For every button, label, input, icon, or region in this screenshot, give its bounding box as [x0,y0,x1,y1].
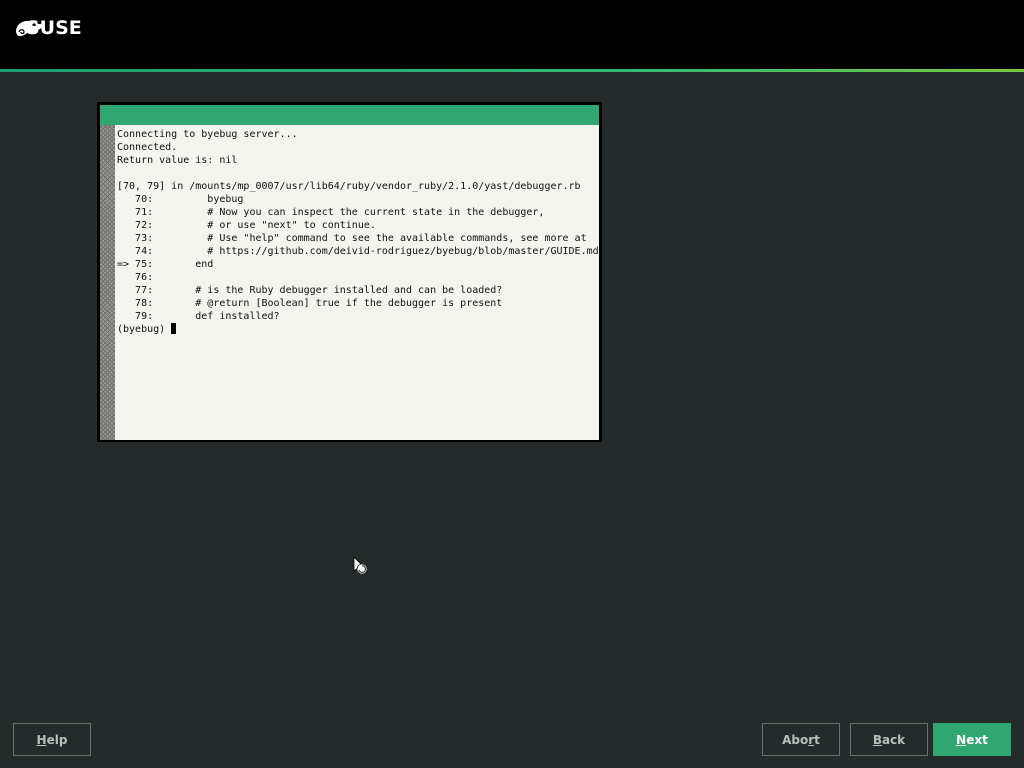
back-button-label: ack [881,732,906,747]
help-button-label: elp [46,732,68,747]
header-accent-line [0,69,1024,72]
terminal-line: 74: # https://github.com/deivid-rodrigue… [117,246,599,257]
terminal-body[interactable]: Connecting to byebug server... Connected… [100,125,599,440]
next-button-label: ext [966,732,988,747]
abort-button[interactable]: Abo r t [762,723,840,756]
terminal-line: Return value is: nil [117,155,238,166]
terminal-line: 77: # is the Ruby debugger installed and… [117,285,503,296]
next-button-mnemonic: N [956,732,967,747]
help-button-mnemonic: H [36,732,47,747]
terminal-line: 76: [117,272,154,283]
help-button[interactable]: Help [13,723,91,756]
terminal-line: 72: # or use "next" to continue. [117,220,376,231]
suse-logo-text: SUSE [26,17,82,39]
terminal-line: 79: def installed? [117,311,280,322]
terminal-line: 71: # Now you can inspect the current st… [117,207,545,218]
terminal-line: Connected. [117,142,178,153]
debugger-terminal-window: Connecting to byebug server... Connected… [97,102,602,442]
terminal-line: => 75: end [117,259,214,270]
abort-button-label-start: Abo [782,732,809,747]
abort-button-label-end: t [814,732,820,747]
terminal-line: 70: byebug [117,194,244,205]
header-bar: SUSE [0,0,1024,69]
next-button[interactable]: Next [933,723,1011,756]
terminal-line: 78: # @return [Boolean] true if the debu… [117,298,503,309]
terminal-cursor [171,323,177,334]
terminal-line: [70, 79] in /mounts/mp_0007/usr/lib64/ru… [117,181,581,192]
terminal-title-bar [100,105,599,125]
mouse-pointer-icon [353,556,368,575]
back-button-mnemonic: B [872,732,882,747]
terminal-output: Connecting to byebug server... Connected… [117,128,599,336]
terminal-prompt[interactable]: (byebug) [117,324,171,335]
back-button[interactable]: Back [850,723,928,756]
terminal-scrollbar[interactable] [100,125,115,440]
terminal-line: Connecting to byebug server... [117,129,298,140]
terminal-line: 73: # Use "help" command to see the avai… [117,233,587,244]
